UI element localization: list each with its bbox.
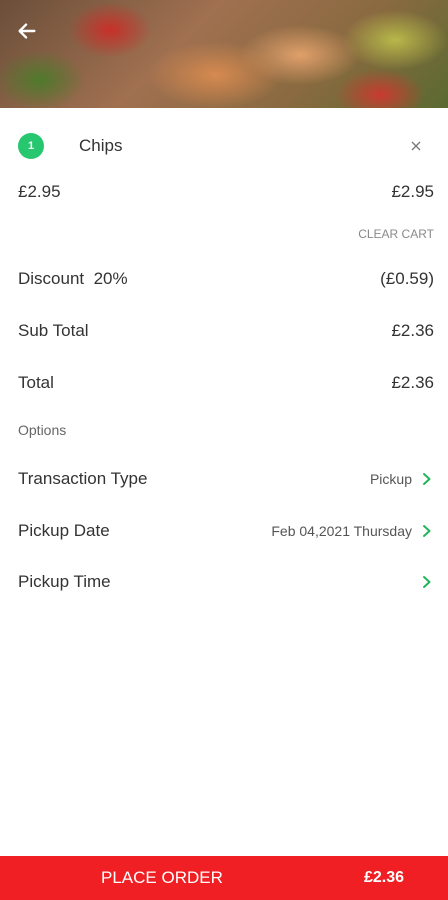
total-label: Total bbox=[18, 373, 54, 392]
total-value: £2.36 bbox=[391, 373, 434, 392]
cart-item-name: Chips bbox=[79, 136, 123, 155]
header-food-image bbox=[0, 0, 448, 108]
pickup-date-value: Feb 04,2021 Thursday bbox=[271, 523, 412, 539]
options-heading: Options bbox=[18, 422, 67, 438]
item-quantity-badge: 1 bbox=[18, 133, 44, 159]
pickup-date-label: Pickup Date bbox=[18, 521, 110, 540]
options-heading-row: Options bbox=[18, 420, 434, 440]
transaction-type-value: Pickup bbox=[369, 471, 412, 487]
back-button[interactable] bbox=[10, 14, 44, 48]
cart-item-unit-price: £2.95 bbox=[18, 182, 61, 201]
pickup-date-option[interactable]: Pickup Date Feb 04,2021 Thursday bbox=[18, 518, 434, 544]
pickup-time-option[interactable]: Pickup Time bbox=[18, 569, 434, 595]
arrow-left-icon bbox=[18, 23, 36, 39]
close-icon bbox=[411, 141, 421, 151]
transaction-type-label: Transaction Type bbox=[18, 469, 148, 488]
clear-cart-row: CLEAR CART bbox=[18, 225, 434, 243]
discount-label: Discount 20% bbox=[18, 269, 128, 288]
total-row: Total £2.36 bbox=[18, 370, 434, 396]
discount-row: Discount 20% (£0.59) bbox=[18, 266, 434, 292]
chevron-right-icon bbox=[423, 525, 431, 537]
order-total-amount: £2.36 bbox=[364, 869, 405, 886]
subtotal-row: Sub Total £2.36 bbox=[18, 318, 434, 344]
clear-cart-button[interactable]: CLEAR CART bbox=[358, 227, 434, 241]
subtotal-value: £2.36 bbox=[391, 321, 434, 340]
remove-item-button[interactable] bbox=[404, 134, 428, 158]
cart-item-price-row: £2.95 £2.95 bbox=[18, 180, 434, 204]
cart-item-line-total: £2.95 bbox=[391, 182, 434, 201]
cart-item-row: 1 Chips bbox=[18, 132, 434, 160]
chevron-right-icon bbox=[423, 473, 431, 485]
subtotal-label: Sub Total bbox=[18, 321, 89, 340]
discount-value: (£0.59) bbox=[380, 269, 434, 288]
place-order-button[interactable]: PLACE ORDER £2.36 bbox=[0, 856, 448, 900]
transaction-type-option[interactable]: Transaction Type Pickup bbox=[18, 466, 434, 492]
place-order-label: PLACE ORDER bbox=[101, 868, 223, 887]
chevron-right-icon bbox=[423, 576, 431, 588]
pickup-time-label: Pickup Time bbox=[18, 572, 111, 591]
